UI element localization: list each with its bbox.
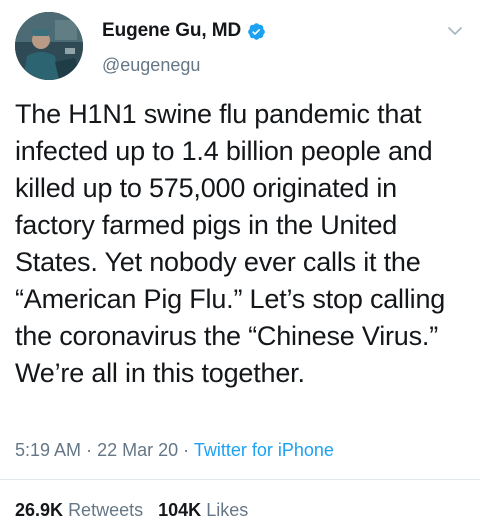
retweets-count: 26.9K bbox=[15, 500, 64, 520]
author-handle[interactable]: @eugenegu bbox=[102, 55, 200, 76]
retweets-label: Retweets bbox=[68, 500, 144, 520]
tweet-card: Eugene Gu, MD @eugenegu The H1N1 swine f… bbox=[0, 0, 480, 531]
divider bbox=[0, 479, 480, 480]
tweet-date[interactable]: 22 Mar 20 bbox=[97, 440, 178, 460]
likes-label: Likes bbox=[206, 500, 249, 520]
tweet-meta: 5:19 AM · 22 Mar 20 · Twitter for iPhone bbox=[15, 440, 334, 461]
verified-badge-icon bbox=[247, 22, 266, 41]
retweets-stat[interactable]: 26.9K Retweets bbox=[15, 500, 148, 520]
meta-separator: · bbox=[183, 440, 190, 460]
avatar[interactable] bbox=[15, 12, 83, 80]
meta-separator: · bbox=[86, 440, 93, 460]
avatar-image bbox=[15, 12, 83, 80]
chevron-down-icon[interactable] bbox=[446, 22, 464, 40]
tweet-time[interactable]: 5:19 AM bbox=[15, 440, 81, 460]
tweet-source-link[interactable]: Twitter for iPhone bbox=[194, 440, 334, 460]
tweet-stats: 26.9K Retweets 104K Likes bbox=[15, 500, 248, 521]
author-display-name[interactable]: Eugene Gu, MD bbox=[102, 20, 241, 42]
likes-stat[interactable]: 104K Likes bbox=[158, 500, 248, 520]
likes-count: 104K bbox=[158, 500, 202, 520]
author-name-row: Eugene Gu, MD bbox=[102, 20, 266, 42]
tweet-text: The H1N1 swine flu pandemic that infecte… bbox=[15, 99, 446, 388]
